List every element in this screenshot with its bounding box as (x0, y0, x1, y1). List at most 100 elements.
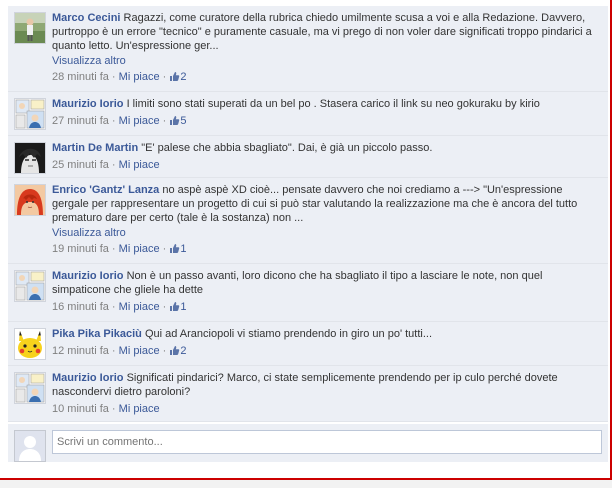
comment-list: Marco Cecini Ragazzi, come curatore dell… (8, 6, 608, 422)
comment-text: Non è un passo avanti, loro dicono che h… (52, 270, 543, 296)
timestamp[interactable]: 10 minuti fa (52, 403, 109, 415)
thumbs-up-icon (169, 243, 180, 258)
red-hair-anime-icon (15, 185, 45, 215)
see-more-wrap: Visualizza altro (52, 53, 602, 67)
like-count-wrap: · 5 (160, 115, 187, 127)
manga-panel-icon (15, 99, 45, 129)
comment-item: Enrico 'Gantz' Lanza no aspè aspè XD cio… (8, 178, 608, 264)
like-link[interactable]: Mi piace (119, 301, 160, 313)
thumbs-up-icon (169, 71, 180, 86)
thumbs-up-icon (169, 115, 180, 130)
like-link[interactable]: Mi piace (119, 115, 160, 127)
comment-body: Maurizio Iorio Non è un passo avanti, lo… (52, 269, 602, 297)
comment-text: I limiti sono stati superati da un bel p… (126, 98, 540, 110)
avatar[interactable] (14, 328, 46, 360)
author-link[interactable]: Martin De Martin (52, 142, 138, 154)
avatar[interactable] (14, 184, 46, 216)
separator: · (159, 345, 170, 357)
comment-body: Maurizio Iorio I limiti sono stati super… (52, 97, 602, 111)
horizontal-scrollbar[interactable] (0, 480, 612, 488)
like-link[interactable]: Mi piace (119, 403, 160, 415)
comment-text: "E' palese che abbia sbagliato". Dai, è … (141, 142, 433, 154)
comment-meta: 12 minuti fa · Mi piace · 2 (52, 344, 602, 360)
comment-input[interactable] (52, 430, 602, 454)
like-link[interactable]: Mi piace (119, 159, 160, 171)
pikachu-icon (15, 329, 45, 359)
comment-meta: 16 minuti fa · Mi piace · 1 (52, 300, 602, 316)
author-link[interactable]: Enrico 'Gantz' Lanza (52, 184, 159, 196)
default-user-icon (15, 431, 45, 461)
avatar[interactable] (14, 12, 46, 44)
comment-text: Ragazzi, come curatore della rubrica chi… (52, 12, 592, 52)
comment-item: Maurizio Iorio I limiti sono stati super… (8, 92, 608, 136)
comment-body: Pika Pika Pikaciù Qui ad Aranciopoli vi … (52, 327, 602, 341)
author-link[interactable]: Marco Cecini (52, 12, 120, 24)
like-count-button[interactable]: 2 (169, 71, 187, 86)
separator: · (108, 345, 119, 357)
timestamp[interactable]: 25 minuti fa (52, 159, 109, 171)
like-link[interactable]: Mi piace (119, 345, 160, 357)
avatar[interactable] (14, 142, 46, 174)
see-more-wrap: Visualizza altro (52, 225, 602, 239)
comment-item: Maurizio Iorio Significati pindarici? Ma… (8, 366, 608, 422)
like-count: 5 (180, 115, 187, 127)
avatar[interactable] (14, 270, 46, 302)
separator: · (159, 243, 170, 255)
current-user-avatar (14, 430, 46, 462)
separator: · (159, 115, 170, 127)
separator: · (108, 403, 119, 415)
comment-meta: 25 minuti fa · Mi piace (52, 158, 602, 172)
like-count: 1 (180, 301, 187, 313)
comment-body: Maurizio Iorio Significati pindarici? Ma… (52, 371, 602, 399)
like-count-button[interactable]: 1 (169, 301, 187, 316)
author-link[interactable]: Pika Pika Pikaciù (52, 328, 142, 340)
bw-anime-face-icon (15, 143, 45, 173)
author-link[interactable]: Maurizio Iorio (52, 372, 124, 384)
timestamp[interactable]: 16 minuti fa (52, 301, 109, 313)
like-count-wrap: · 1 (160, 243, 187, 255)
timestamp[interactable]: 19 minuti fa (52, 243, 109, 255)
manga-panel-icon (15, 271, 45, 301)
timestamp[interactable]: 28 minuti fa (52, 71, 109, 83)
comment-item: Maurizio Iorio Non è un passo avanti, lo… (8, 264, 608, 322)
avatar[interactable] (14, 98, 46, 130)
like-count-wrap: · 2 (160, 345, 187, 357)
like-link[interactable]: Mi piace (119, 243, 160, 255)
like-link[interactable]: Mi piace (119, 71, 160, 83)
see-more-link[interactable]: Visualizza altro (52, 55, 126, 67)
author-link[interactable]: Maurizio Iorio (52, 98, 124, 110)
like-count-button[interactable]: 1 (169, 243, 187, 258)
photo-person-outdoors-icon (15, 13, 45, 43)
like-count: 1 (180, 243, 187, 255)
avatar[interactable] (14, 372, 46, 404)
like-count-wrap: · 1 (160, 301, 187, 313)
separator: · (108, 243, 119, 255)
manga-panel-icon (15, 373, 45, 403)
comment-item: Marco Cecini Ragazzi, come curatore dell… (8, 6, 608, 92)
separator: · (159, 301, 170, 313)
see-more-link[interactable]: Visualizza altro (52, 227, 126, 239)
comment-meta: 27 minuti fa · Mi piace · 5 (52, 114, 602, 130)
thumbs-up-icon (169, 345, 180, 360)
comment-text: Significati pindarici? Marco, ci state s… (52, 372, 558, 398)
like-count: 2 (180, 345, 187, 357)
separator: · (108, 159, 119, 171)
like-count-wrap: · 2 (160, 71, 187, 83)
comment-meta: 19 minuti fa · Mi piace · 1 (52, 242, 602, 258)
timestamp[interactable]: 12 minuti fa (52, 345, 109, 357)
like-count-button[interactable]: 5 (169, 115, 187, 130)
like-count-button[interactable]: 2 (169, 345, 187, 360)
comment-item: Martin De Martin "E' palese che abbia sb… (8, 136, 608, 178)
author-link[interactable]: Maurizio Iorio (52, 270, 124, 282)
separator: · (108, 301, 119, 313)
thumbs-up-icon (169, 301, 180, 316)
like-count: 2 (180, 71, 187, 83)
comment-body: Martin De Martin "E' palese che abbia sb… (52, 141, 602, 155)
comment-item: Pika Pika Pikaciù Qui ad Aranciopoli vi … (8, 322, 608, 366)
comment-body: Enrico 'Gantz' Lanza no aspè aspè XD cio… (52, 183, 602, 225)
timestamp[interactable]: 27 minuti fa (52, 115, 109, 127)
comment-meta: 10 minuti fa · Mi piace (52, 402, 602, 416)
comment-meta: 28 minuti fa · Mi piace · 2 (52, 70, 602, 86)
separator: · (108, 71, 119, 83)
comment-body: Marco Cecini Ragazzi, come curatore dell… (52, 11, 602, 53)
